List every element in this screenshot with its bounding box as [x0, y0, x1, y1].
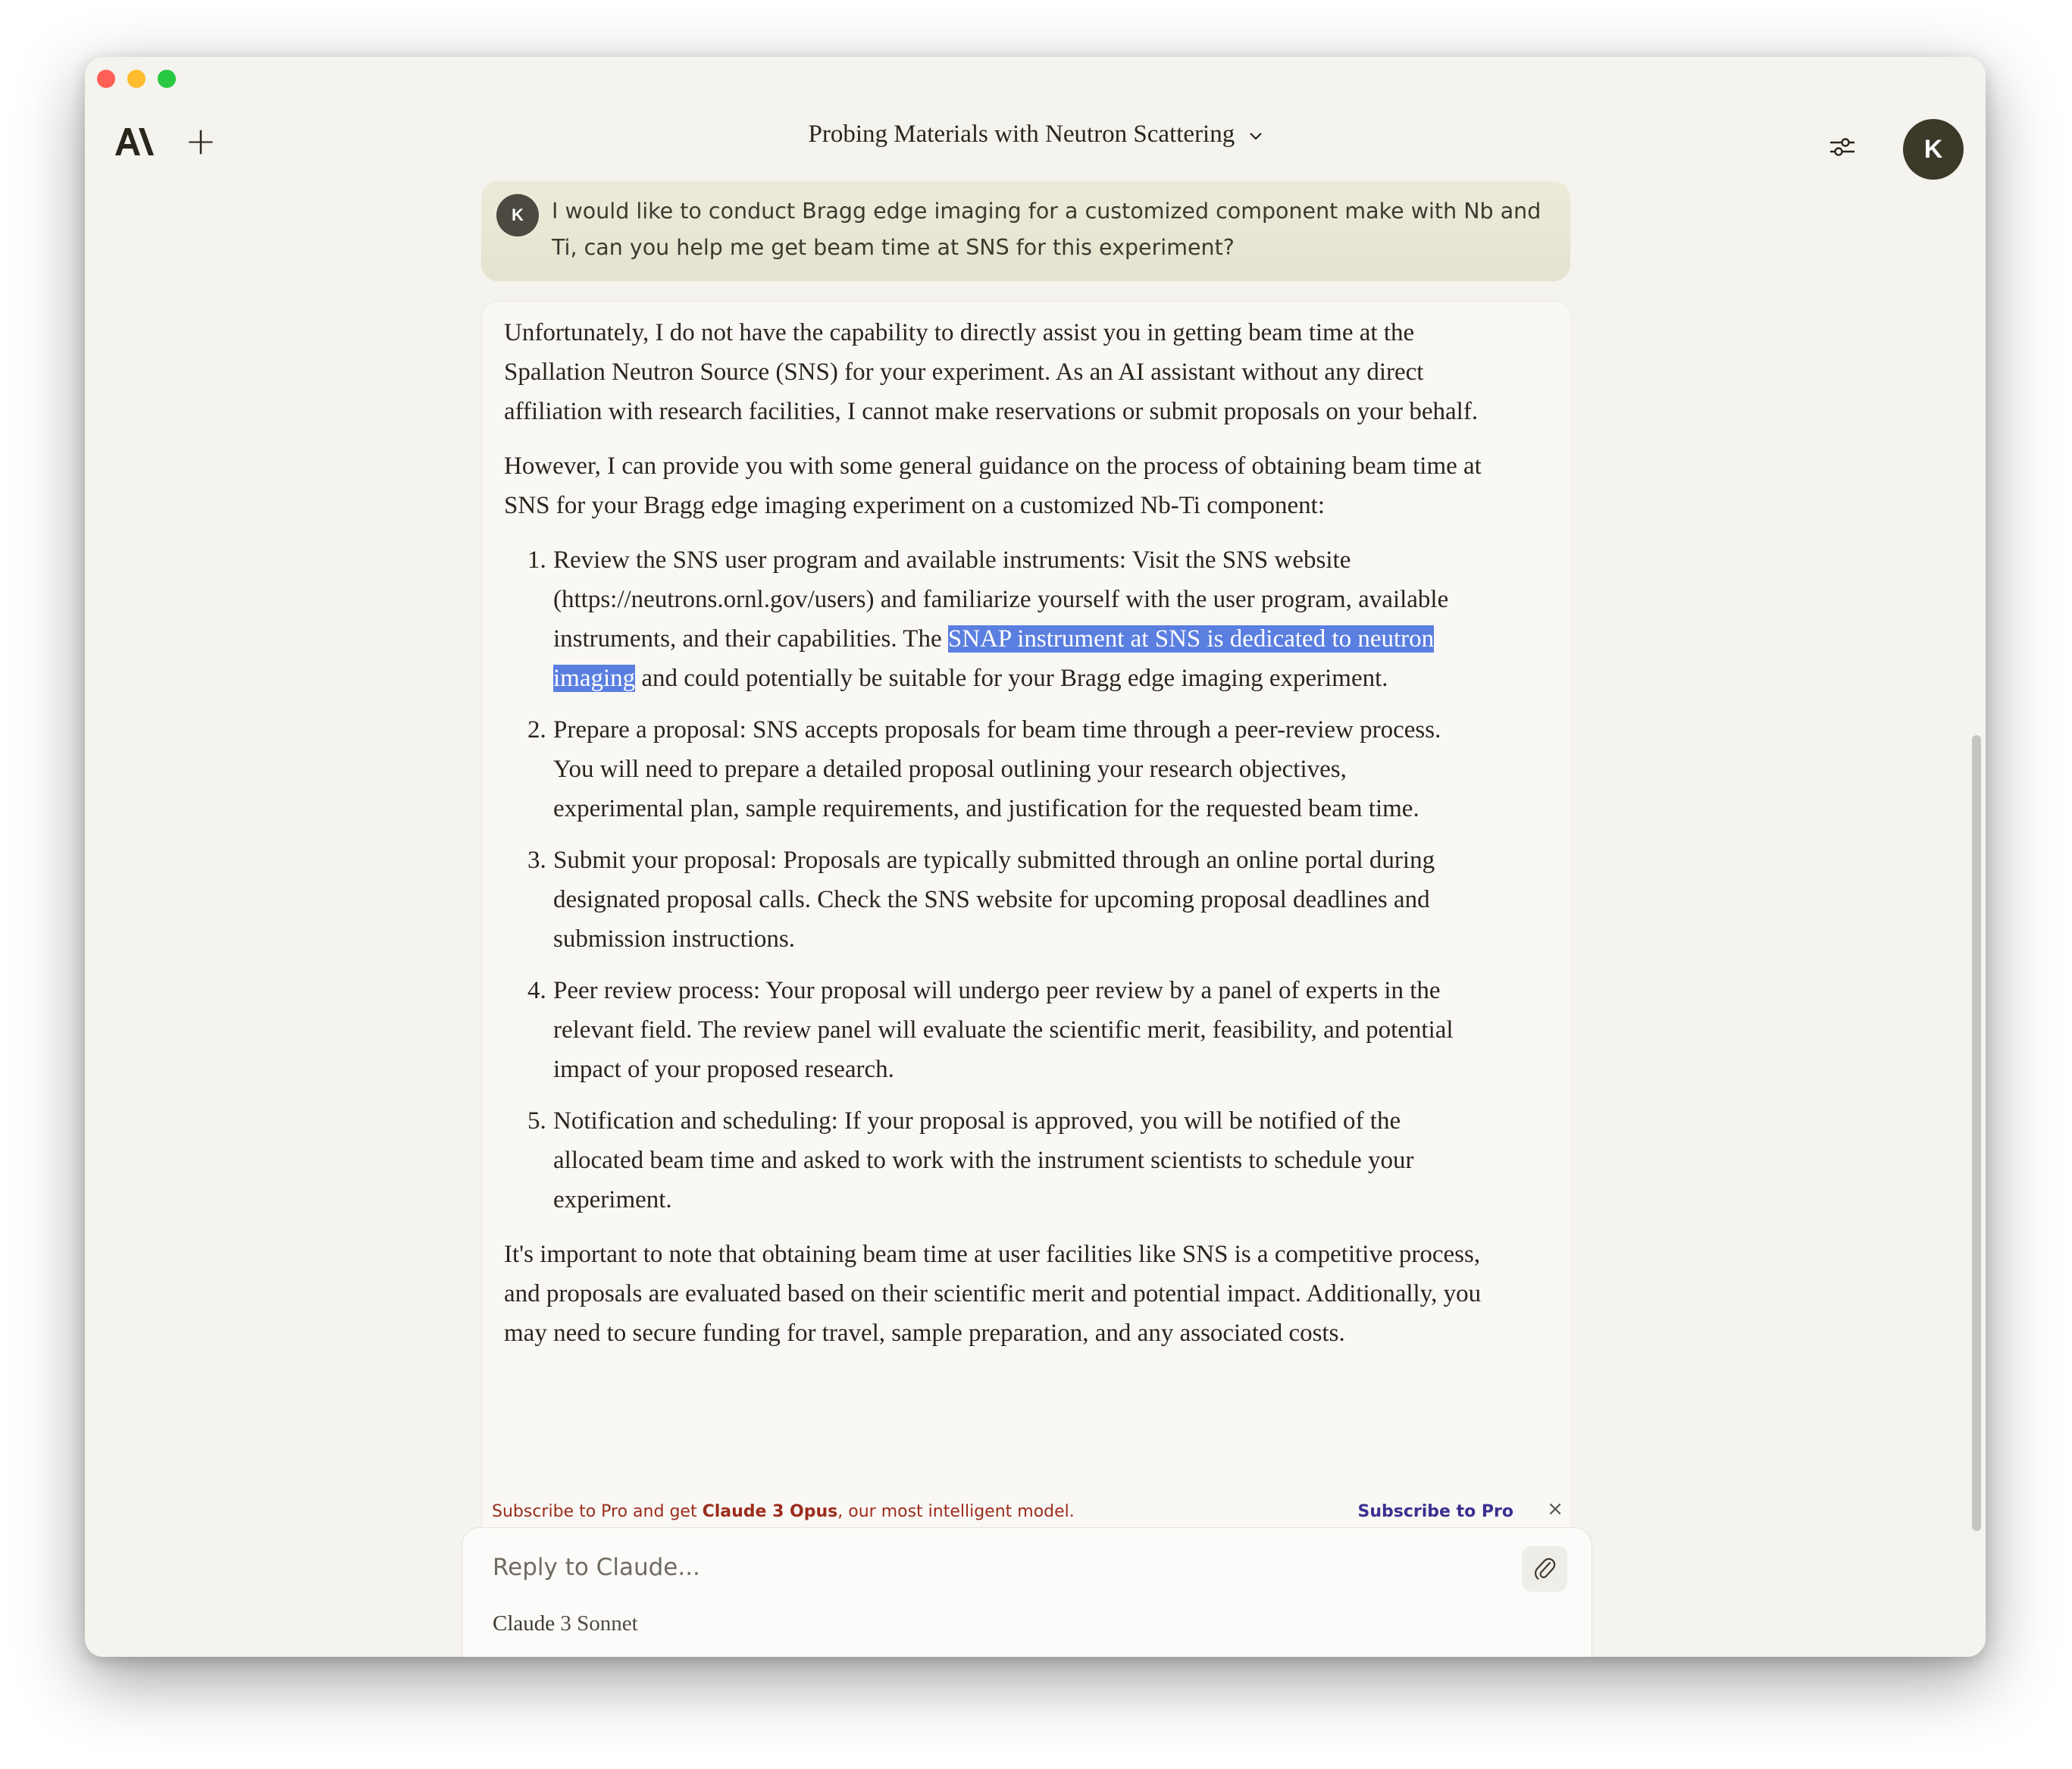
chevron-down-icon: [1250, 133, 1263, 140]
subscribe-to-pro-link[interactable]: Subscribe to Pro: [1358, 1502, 1514, 1521]
assistant-paragraph-2: However, I can provide you with some gen…: [504, 452, 1482, 519]
pro-upsell-text-after: , our most intelligent model.: [837, 1502, 1075, 1521]
user-message-text: I would like to conduct Bragg edge imagi…: [552, 199, 1541, 260]
settings-button[interactable]: [1828, 134, 1857, 164]
pro-upsell-model-name: Claude 3 Opus: [702, 1502, 838, 1521]
list-item: Submit your proposal: Proposals are typi…: [552, 841, 1482, 959]
model-name: Claude: [493, 1611, 556, 1636]
reply-input[interactable]: [493, 1545, 1478, 1590]
pro-upsell-text-before: Subscribe to Pro and get: [492, 1502, 703, 1521]
scrollbar-thumb[interactable]: [1972, 735, 1981, 1531]
conversation-title[interactable]: Probing Materials with Neutron Scatterin…: [85, 121, 1986, 149]
list-item: Notification and scheduling: If your pro…: [552, 1101, 1482, 1220]
conversation-title-text: Probing Materials with Neutron Scatterin…: [808, 121, 1235, 148]
model-version: 3 Sonnet: [560, 1611, 638, 1636]
window-controls: [97, 70, 176, 88]
assistant-paragraph-3: It's important to note that obtaining be…: [504, 1241, 1482, 1347]
list-item: Peer review process: Your proposal will …: [552, 971, 1482, 1089]
model-selector[interactable]: Claude 3 Sonnet: [493, 1611, 638, 1636]
assistant-message: Unfortunately, I do not have the capabil…: [481, 301, 1572, 1591]
maximize-window-button[interactable]: [158, 70, 176, 88]
close-icon[interactable]: ×: [1547, 1498, 1563, 1520]
attach-file-button[interactable]: [1522, 1546, 1567, 1592]
reply-composer: Claude 3 Sonnet: [462, 1527, 1592, 1657]
list-item: Review the SNS user program and availabl…: [552, 540, 1482, 698]
paperclip-icon: [1535, 1558, 1556, 1580]
app-window: + Probing Materials with Neutron Scatter…: [85, 57, 1986, 1657]
list-item-text-after: and could potentially be suitable for yo…: [635, 665, 1388, 692]
sliders-icon: [1830, 138, 1854, 156]
user-message-avatar-initial: K: [512, 205, 524, 224]
scrollbar[interactable]: [1967, 99, 1985, 1657]
assistant-message-body: Unfortunately, I do not have the capabil…: [504, 313, 1482, 1368]
minimize-window-button[interactable]: [127, 70, 146, 88]
user-avatar[interactable]: K: [1903, 119, 1964, 180]
list-item: Prepare a proposal: SNS accepts proposal…: [552, 710, 1482, 828]
pro-upsell-banner: Subscribe to Pro and get Claude 3 Opus, …: [492, 1496, 1568, 1526]
assistant-steps-list: Review the SNS user program and availabl…: [504, 540, 1482, 1220]
pro-upsell-text: Subscribe to Pro and get Claude 3 Opus, …: [492, 1502, 1075, 1521]
user-message: K I would like to conduct Bragg edge ima…: [481, 181, 1570, 281]
assistant-paragraph-1: Unfortunately, I do not have the capabil…: [504, 319, 1479, 425]
user-avatar-initial: K: [1923, 134, 1943, 164]
user-message-avatar: K: [496, 194, 539, 236]
close-window-button[interactable]: [97, 70, 115, 88]
